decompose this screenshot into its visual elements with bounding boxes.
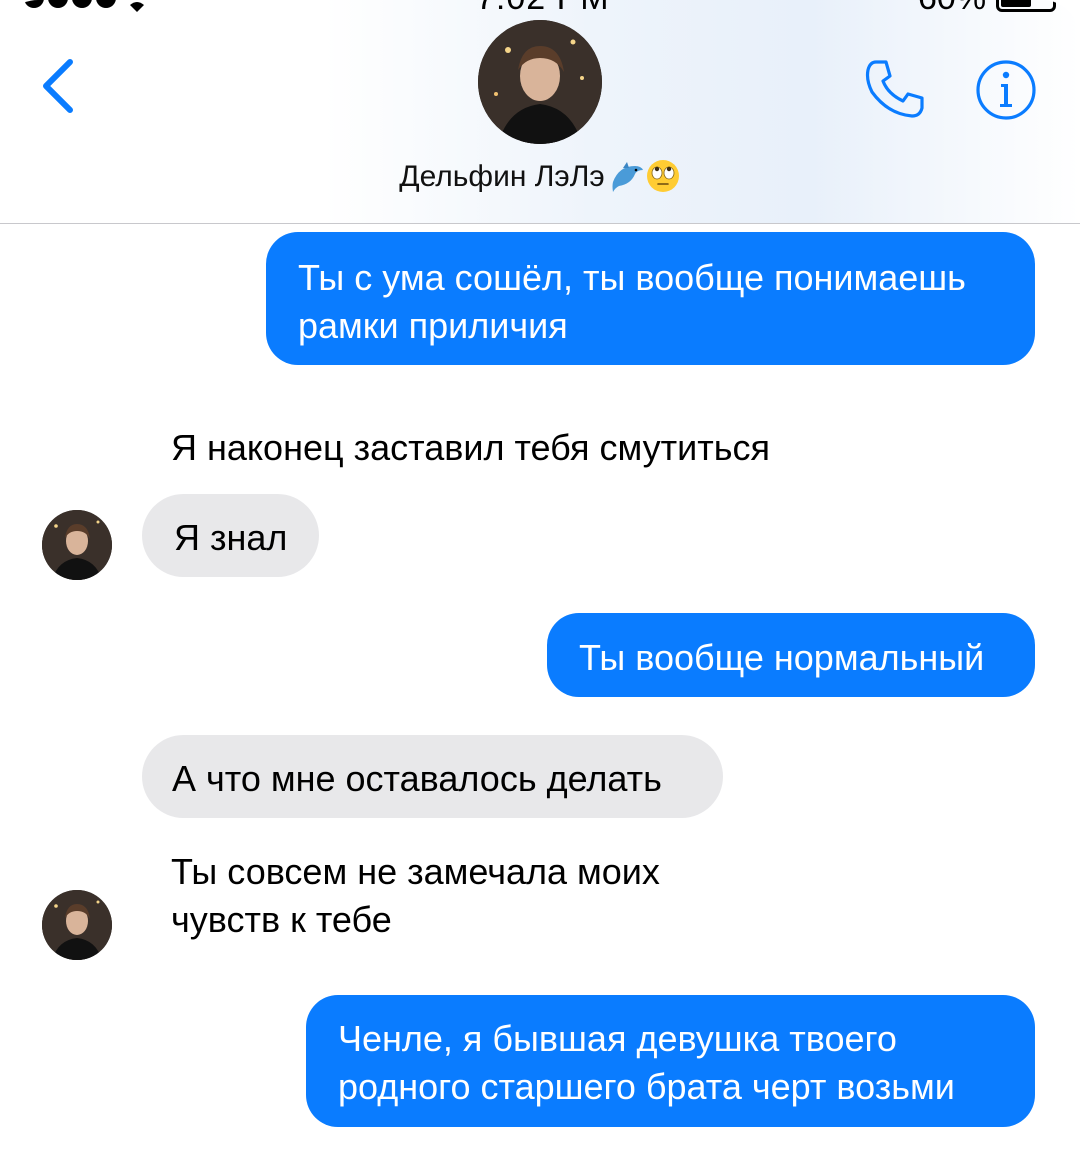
sender-avatar[interactable] (42, 510, 112, 580)
rolling-eyes-emoji-icon (646, 160, 679, 192)
contact-name-text: Дельфин ЛэЛэ (399, 160, 605, 193)
chevron-left-icon[interactable] (36, 54, 84, 118)
conversation-header: 7:02 PM 60% Дельфин ЛэЛэ (0, 0, 1080, 224)
message-line: Ты с ума сошёл, ты вообще понимаешь (298, 257, 966, 298)
message-text: А что мне оставалось делать (172, 758, 662, 799)
phone-icon[interactable] (862, 56, 928, 122)
message-outgoing[interactable]: Ченле, я бывшая девушка твоего родного с… (306, 995, 1035, 1127)
message-line: Ченле, я бывшая девушка твоего (338, 1018, 897, 1059)
message-text: Я знал (174, 517, 288, 558)
message-outgoing[interactable]: Ты вообще нормальный (547, 613, 1035, 697)
message-incoming[interactable]: Ты совсем не замечала моих чувств к тебе (171, 848, 660, 944)
dolphin-emoji-icon (612, 162, 643, 192)
info-icon[interactable] (974, 58, 1038, 122)
battery-icon (996, 0, 1056, 12)
message-line: рамки приличия (298, 305, 568, 346)
message-text: Ты вообще нормальный (579, 637, 985, 678)
message-incoming[interactable]: Я наконец заставил тебя смутиться (171, 424, 770, 472)
status-time: 7:02 PM (476, 0, 610, 18)
status-bar: 7:02 PM 60% (0, 0, 1080, 20)
message-outgoing[interactable]: Ты с ума сошёл, ты вообще понимаешь рамк… (266, 232, 1035, 365)
message-line: чувств к тебе (171, 899, 392, 940)
message-line: Ты совсем не замечала моих (171, 851, 660, 892)
signal-strength-icon (0, 0, 116, 8)
wifi-icon (130, 2, 144, 12)
message-line: родного старшего брата черт возьми (338, 1066, 955, 1107)
message-incoming[interactable]: А что мне оставалось делать (142, 735, 723, 818)
contact-name[interactable]: Дельфин ЛэЛэ (0, 158, 1080, 194)
battery-percentage: 60% (918, 0, 986, 18)
contact-avatar[interactable] (478, 20, 602, 144)
sender-avatar[interactable] (42, 890, 112, 960)
message-incoming[interactable]: Я знал (142, 494, 320, 577)
message-text: Я наконец заставил тебя смутиться (171, 427, 770, 468)
